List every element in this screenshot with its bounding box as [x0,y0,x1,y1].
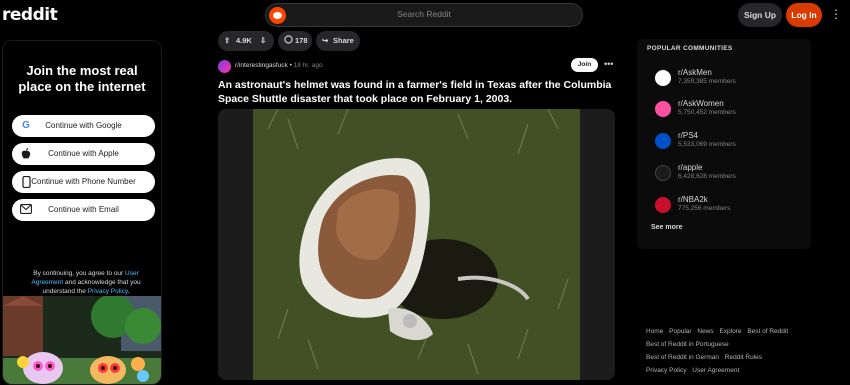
playstation-icon [655,133,671,149]
comment-icon [284,31,293,51]
join-panel: Join the most real place on the internet… [2,40,162,385]
post-title[interactable]: An astronaut's helmet was found in a far… [218,78,618,106]
footer-links: Home Popular News Explore Best of Reddit… [646,325,836,377]
footer-link[interactable]: Reddit Rules [725,354,762,361]
subreddit-avatar[interactable] [218,60,231,73]
post-time: 18 hr. ago [293,62,323,69]
share-icon: ↪ [322,36,329,45]
continue-with-phone-label: Continue with Phone Number [31,177,136,186]
footer-link[interactable]: Best of Reddit in Portuguese [646,341,729,348]
continue-with-apple-label: Continue with Apple [48,149,119,158]
askmen-icon [655,70,671,86]
community-members: 5,533,069 members [678,141,736,148]
community-name: r/PS4 [678,131,699,140]
privacy-policy-link[interactable]: Privacy Policy [88,288,128,295]
downvote-icon[interactable]: ⇩ [260,31,266,51]
continue-with-phone-button[interactable]: Continue with Phone Number [12,171,155,193]
community-item[interactable]: r/AskMen 7,359,385 members [655,67,805,93]
more-options-icon[interactable]: ••• [604,58,613,70]
post-meta: r/interestingasfuck • 18 hr. ago [235,62,323,69]
search-input[interactable]: Search Reddit [265,3,583,27]
community-name: r/apple [678,163,703,172]
community-members: 5,750,452 members [678,109,736,116]
reddit-logo[interactable]: reddit [2,5,58,25]
footer-link[interactable]: Explore [719,328,741,335]
comment-count: 178 [295,36,308,45]
community-name: r/AskWomen [678,99,724,108]
community-members: 7,359,385 members [678,78,736,85]
community-item[interactable]: r/apple 6,428,628 members [655,162,805,188]
community-members: 6,428,628 members [678,173,736,180]
join-headline: Join the most real place on the internet [18,63,146,94]
terms-suffix: . [127,288,130,295]
footer-link[interactable]: Home [646,328,663,335]
comments-button[interactable]: 178 [278,31,312,51]
terms-prefix: By continuing, you agree to our [33,270,124,277]
continue-with-google-label: Continue with Google [45,121,122,130]
post-image[interactable] [218,109,615,380]
vote-control: ⇧ 4.9K ⇩ [218,31,274,51]
popular-communities-panel: POPULAR COMMUNITIES r/AskMen 7,359,385 m… [637,39,811,249]
join-subreddit-button[interactable]: Join [571,58,598,72]
share-label: Share [333,36,354,45]
sign-up-button[interactable]: Sign Up [738,3,782,27]
footer-link[interactable]: News [697,328,713,335]
snoo-illustration [3,296,161,384]
community-item[interactable]: r/PS4 5,533,069 members [655,130,805,156]
continue-with-google-button[interactable]: G Continue with Google [12,115,155,137]
footer-link[interactable]: Best of Reddit [747,328,788,335]
popular-communities-heading: POPULAR COMMUNITIES [647,45,733,52]
terms-text: By continuing, you agree to our User Agr… [21,269,151,296]
upvote-icon[interactable]: ⇧ [224,31,230,51]
footer-link[interactable]: Popular [669,328,691,335]
ellipsis-vertical-icon[interactable]: ⋮ [830,8,842,20]
continue-with-email-label: Continue with Email [48,205,119,214]
footer-link[interactable]: Privacy Policy [646,367,686,374]
footer-link[interactable]: Best of Reddit in German [646,354,719,361]
nba2k-icon [655,197,671,213]
top-bar: reddit Search Reddit Sign Up Log In ⋮ [0,0,850,32]
community-members: 775,256 members [678,205,731,212]
subreddit-link[interactable]: r/interestingasfuck [235,62,288,69]
askwomen-icon [655,101,671,117]
footer-link[interactable]: User Agreement [692,367,739,374]
log-in-button[interactable]: Log In [786,3,822,27]
see-more-button[interactable]: See more [651,224,683,231]
vote-count: 4.9K [236,36,252,45]
share-button[interactable]: ↪ Share [316,31,360,51]
continue-with-apple-button[interactable]: Continue with Apple [12,143,155,165]
apple-logo-icon [655,165,671,181]
continue-with-email-button[interactable]: Continue with Email [12,199,155,221]
community-name: r/AskMen [678,68,712,77]
meta-separator: • [289,62,292,69]
search-placeholder: Search Reddit [397,9,451,19]
community-item[interactable]: r/AskWomen 5,750,452 members [655,98,805,124]
community-item[interactable]: r/NBA2k 775,256 members [655,194,805,220]
community-name: r/NBA2k [678,195,708,204]
